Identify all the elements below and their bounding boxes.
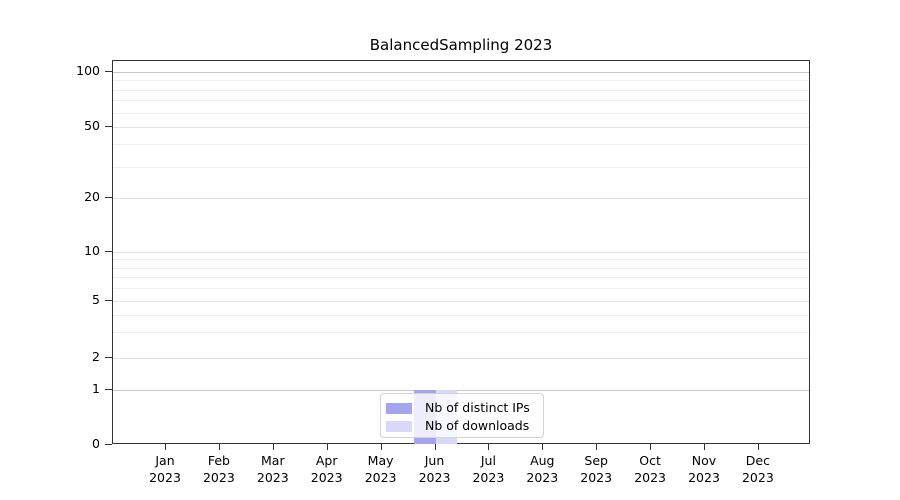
x-tick-label: Apr 2023 <box>300 452 354 486</box>
x-tick-label: Jul 2023 <box>461 452 515 486</box>
y-tick-label: 2 <box>92 348 100 364</box>
x-tick-year: 2023 <box>364 470 397 485</box>
x-tick-mark <box>165 444 166 450</box>
x-tick-mark <box>488 444 490 450</box>
x-tick-year: 2023 <box>526 470 559 485</box>
y-tick-mark <box>105 71 112 72</box>
gridline-major <box>113 72 809 73</box>
x-tick-month: Dec <box>745 453 770 468</box>
x-tick-label: Sep 2023 <box>569 452 623 486</box>
x-tick-label: Mar 2023 <box>246 452 300 486</box>
y-tick-mark <box>105 197 112 198</box>
x-tick-month: May <box>367 453 394 468</box>
x-tick-year: 2023 <box>149 470 181 485</box>
legend-row: Nb of downloads <box>386 417 537 435</box>
x-tick-mark <box>596 444 598 450</box>
x-tick-label: Jun 2023 <box>408 452 462 486</box>
x-tick-mark <box>434 444 436 450</box>
x-tick-mark <box>542 444 544 450</box>
x-tick-year: 2023 <box>580 470 613 485</box>
gridline-major <box>113 301 809 302</box>
x-tick-month: Jan <box>155 453 175 468</box>
gridline-minor <box>113 267 809 269</box>
x-tick-year: 2023 <box>688 470 720 485</box>
x-tick-mark <box>650 444 652 450</box>
x-tick-label: Oct 2023 <box>623 452 677 486</box>
gridline-minor <box>113 166 809 168</box>
gridline-minor <box>113 259 809 261</box>
gridline-major <box>113 252 809 253</box>
y-tick-label: 100 <box>76 63 100 78</box>
legend-swatch-icon <box>386 402 412 414</box>
x-tick-mark <box>704 444 705 450</box>
gridline-minor <box>113 314 809 316</box>
y-tick-label: 5 <box>92 292 100 307</box>
y-tick-mark <box>105 389 112 390</box>
x-tick-year: 2023 <box>418 470 451 485</box>
x-tick-month: Aug <box>530 453 555 468</box>
gridline-minor <box>113 80 809 82</box>
x-tick-mark <box>218 444 220 450</box>
y-tick-mark <box>105 356 112 358</box>
y-tick-label: 20 <box>84 189 100 204</box>
gridline-major <box>113 198 809 199</box>
x-tick-month: Apr <box>315 453 338 468</box>
x-tick-month: Mar <box>261 453 285 468</box>
x-tick-year: 2023 <box>310 470 343 485</box>
x-tick-mark <box>272 444 274 450</box>
x-tick-month: Jun <box>424 453 445 468</box>
plot-area: Nb of distinct IPs Nb of downloads <box>112 60 810 444</box>
x-tick-year: 2023 <box>741 470 774 485</box>
gridline-minor <box>113 89 809 91</box>
legend-row: Nb of distinct IPs <box>386 399 537 417</box>
x-tick-label: Feb 2023 <box>192 452 246 486</box>
x-tick-label: Jan 2023 <box>138 452 192 486</box>
legend-label: Nb of downloads <box>425 418 530 433</box>
gridline-major <box>113 357 809 359</box>
y-tick-mark <box>105 126 112 127</box>
y-tick-label: 0 <box>92 436 100 451</box>
x-tick-label: Nov 2023 <box>677 452 731 486</box>
x-tick-mark <box>757 444 759 450</box>
y-tick-mark <box>105 444 112 445</box>
legend-label: Nb of distinct IPs <box>425 400 530 415</box>
y-tick-label: 1 <box>92 381 100 396</box>
x-tick-year: 2023 <box>256 470 289 485</box>
x-tick-year: 2023 <box>202 470 235 485</box>
gridline-minor <box>113 100 809 102</box>
y-tick-label: 10 <box>84 243 100 258</box>
gridline-major <box>113 127 809 128</box>
x-tick-year: 2023 <box>472 470 505 485</box>
x-tick-month: Nov <box>691 453 717 468</box>
x-tick-month: Feb <box>207 453 230 468</box>
chart-title: BalancedSampling 2023 <box>369 36 553 54</box>
x-tick-label: Aug 2023 <box>515 452 569 486</box>
gridline-major <box>113 390 809 391</box>
gridline-minor <box>113 144 809 146</box>
legend-swatch-icon <box>386 420 412 432</box>
x-tick-month: Jul <box>480 453 496 468</box>
gridline-minor <box>113 288 809 290</box>
x-tick-month: Sep <box>584 453 608 468</box>
x-tick-mark <box>380 444 382 450</box>
x-tick-year: 2023 <box>634 470 666 485</box>
legend: Nb of distinct IPs Nb of downloads <box>380 393 544 438</box>
y-tick-label: 50 <box>84 118 100 133</box>
x-tick-label: Dec 2023 <box>731 452 785 486</box>
y-tick-mark <box>105 251 112 252</box>
gridline-minor <box>113 277 809 279</box>
x-tick-month: Oct <box>639 453 661 468</box>
x-tick-label: May 2023 <box>354 452 408 486</box>
x-tick-mark <box>326 444 328 450</box>
gridline-minor <box>113 332 809 334</box>
figure: BalancedSampling 2023 Nb of distinct IPs… <box>0 0 900 500</box>
gridline-minor <box>113 112 809 114</box>
y-tick-mark <box>105 300 112 301</box>
